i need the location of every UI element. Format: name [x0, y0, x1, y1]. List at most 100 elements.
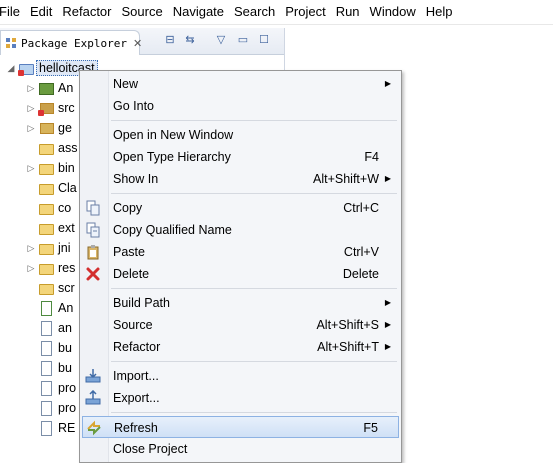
menu-item-label: Build Path [113, 296, 170, 310]
tree-item-label: ge [58, 121, 72, 135]
chevron-right-icon[interactable]: ▷ [26, 83, 36, 94]
tree-item[interactable]: ▷ ge [26, 118, 74, 138]
tree-item[interactable]: ▷ bin [26, 158, 77, 178]
maximize-icon[interactable]: ☐ [257, 33, 271, 47]
tree-item[interactable]: pro [26, 378, 78, 398]
tree-item-label: ext [58, 221, 75, 235]
paste-icon [85, 244, 101, 260]
tree-item[interactable]: ass [26, 138, 79, 158]
menu-item-refactor[interactable]: Refactor Alt+Shift+T ▶ [82, 336, 399, 358]
menu-item-delete[interactable]: Delete Delete [82, 263, 399, 285]
minimize-icon[interactable]: ▭ [236, 33, 250, 47]
menu-item-open-in-new-window[interactable]: Open in New Window [82, 124, 399, 146]
tab-package-explorer[interactable]: Package Explorer ✕ [0, 30, 142, 55]
menu-item-copy[interactable]: Copy Ctrl+C [82, 197, 399, 219]
collapse-all-icon[interactable]: ⊟ [163, 33, 177, 47]
menu-project[interactable]: Project [280, 0, 330, 24]
tree-item[interactable]: scr [26, 278, 77, 298]
menu-item-source[interactable]: Source Alt+Shift+S ▶ [82, 314, 399, 336]
menu-run[interactable]: Run [331, 0, 365, 24]
tree-item-label: scr [58, 281, 75, 295]
tree-item[interactable]: ▷ res [26, 258, 77, 278]
view-menu-icon[interactable]: ▽ [214, 33, 228, 47]
tree-item-label: bu [58, 361, 72, 375]
tree-item-label: jni [58, 241, 71, 255]
close-icon[interactable]: ✕ [133, 37, 142, 50]
menu-item-shortcut: Delete [342, 267, 379, 281]
tree-item-label: co [58, 201, 72, 215]
chevron-down-icon[interactable]: ◢ [6, 63, 16, 74]
menu-item-show-in[interactable]: Show In Alt+Shift+W ▶ [82, 168, 399, 190]
file-icon [38, 380, 54, 396]
file-icon [38, 340, 54, 356]
chevron-right-icon[interactable]: ▷ [26, 123, 36, 134]
tree-item-label: pro [58, 381, 77, 395]
menu-item-export[interactable]: Export... [82, 387, 399, 409]
menu-item-shortcut: Ctrl+C [343, 201, 379, 215]
menu-item-new[interactable]: New ▶ [82, 73, 399, 95]
export-icon [85, 389, 101, 406]
menu-item-label: Copy [113, 201, 143, 215]
tree-item[interactable]: an [26, 318, 74, 338]
menu-file[interactable]: File [0, 0, 25, 24]
menu-item-label: Refresh [114, 421, 158, 435]
menu-item-close-project[interactable]: Close Project [82, 438, 399, 460]
submenu-arrow-icon: ▶ [384, 320, 391, 329]
menu-item-label: Paste [113, 245, 145, 259]
menu-window[interactable]: Window [365, 0, 421, 24]
menu-search[interactable]: Search [229, 0, 280, 24]
folder-icon [38, 140, 54, 156]
tree-item[interactable]: bu [26, 358, 74, 378]
menu-item-label: New [113, 77, 139, 91]
folder-icon [38, 160, 54, 176]
menu-item-shortcut: Alt+Shift+T [317, 340, 379, 354]
menu-navigate[interactable]: Navigate [168, 0, 229, 24]
tree-item-label: An [58, 81, 74, 95]
menu-item-open-type-hierarchy[interactable]: Open Type Hierarchy F4 [82, 146, 399, 168]
submenu-arrow-icon: ▶ [384, 79, 391, 88]
tree-item[interactable]: ext [26, 218, 77, 238]
chevron-right-icon[interactable]: ▷ [26, 243, 36, 254]
menu-item-refresh[interactable]: Refresh F5 [82, 416, 399, 438]
tree-item[interactable]: Cla [26, 178, 79, 198]
menu-item-build-path[interactable]: Build Path ▶ [82, 292, 399, 314]
view-tab-bar: Package Explorer ✕ ⊟ ⇆ ▽ ▭ ☐ [0, 28, 284, 55]
menu-item-label: Source [113, 318, 153, 332]
menu-edit[interactable]: Edit [25, 0, 57, 24]
menu-item-paste[interactable]: Paste Ctrl+V [82, 241, 399, 263]
tree-item[interactable]: ▷ jni [26, 238, 73, 258]
tree-item[interactable]: co [26, 198, 73, 218]
tree-item[interactable]: An [26, 298, 75, 318]
tree-item[interactable]: bu [26, 338, 74, 358]
tree-item-label: src [58, 101, 75, 115]
chevron-right-icon[interactable]: ▷ [26, 263, 36, 274]
tree-item-label: Cla [58, 181, 77, 195]
source-folder-error-icon [38, 100, 54, 116]
package-icon [38, 280, 54, 296]
link-with-editor-icon[interactable]: ⇆ [183, 33, 197, 47]
chevron-right-icon[interactable]: ▷ [26, 103, 36, 114]
menu-item-copy-qualified-name[interactable]: Copy Qualified Name [82, 219, 399, 241]
tree-item[interactable]: pro [26, 398, 78, 418]
menu-item-shortcut: F5 [363, 421, 378, 435]
file-icon [38, 420, 54, 436]
menu-item-import[interactable]: Import... [82, 365, 399, 387]
menu-separator [111, 288, 397, 289]
folder-icon [38, 240, 54, 256]
menu-refactor[interactable]: Refactor [57, 0, 116, 24]
tree-item-label: pro [58, 401, 77, 415]
menu-item-label: Open in New Window [113, 128, 234, 142]
menu-separator [111, 193, 397, 194]
menu-item-go-into[interactable]: Go Into [82, 95, 399, 117]
menu-source[interactable]: Source [117, 0, 168, 24]
tree-item[interactable]: ▷ src [26, 98, 77, 118]
refresh-icon [86, 420, 102, 436]
menu-item-label: Delete [113, 267, 150, 281]
chevron-right-icon[interactable]: ▷ [26, 163, 36, 174]
tree-item[interactable]: RE [26, 418, 77, 438]
copy-qualified-icon [85, 222, 101, 238]
menu-item-label: Open Type Hierarchy [113, 150, 231, 164]
tree-item[interactable]: ▷ An [26, 78, 75, 98]
menu-item-label: Refactor [113, 340, 161, 354]
menu-help[interactable]: Help [421, 0, 458, 24]
